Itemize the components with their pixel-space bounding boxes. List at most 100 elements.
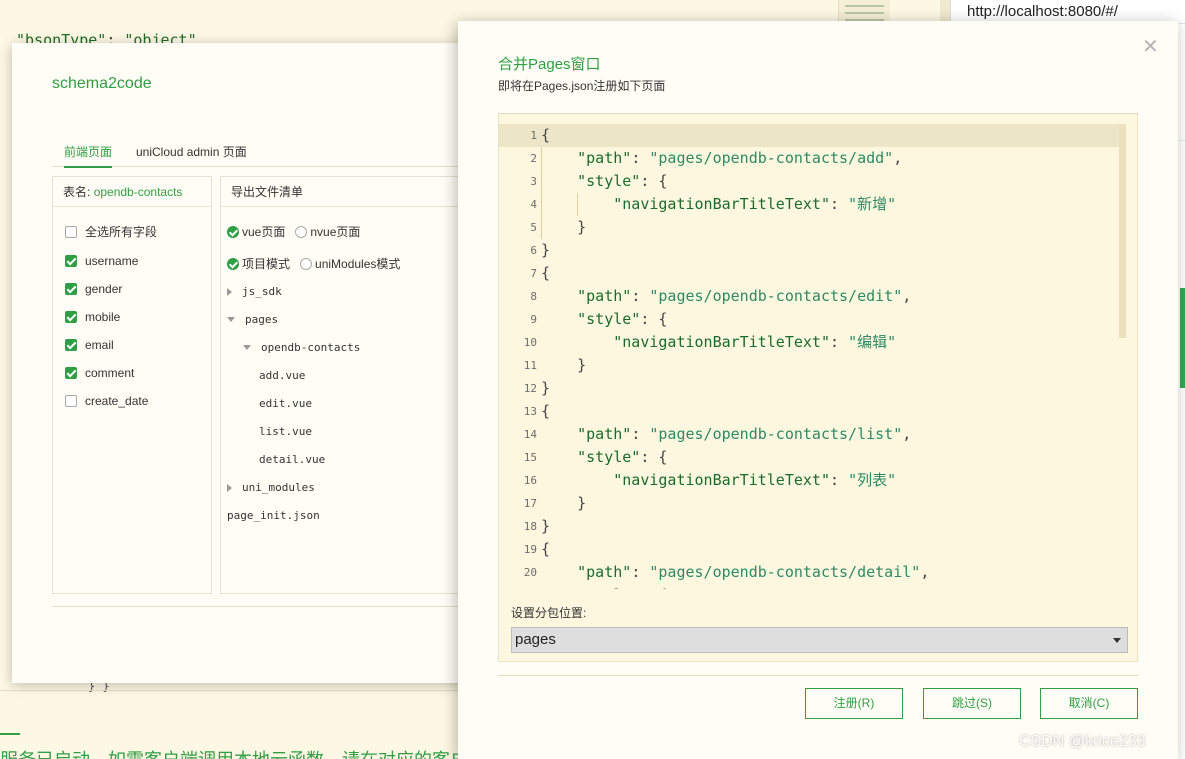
radio-icon[interactable] [300, 257, 313, 270]
code-text: { [541, 126, 551, 144]
dialog-title: schema2code [52, 75, 152, 92]
field-checkbox-gender[interactable]: gender [65, 282, 122, 296]
cancel-button[interactable]: 取消(C) [1040, 688, 1138, 719]
code-text: } [541, 356, 587, 374]
register-button[interactable]: 注册(R) [805, 688, 903, 719]
subpackage-select-value: pages [515, 631, 556, 648]
chevron-down-icon [1113, 638, 1121, 643]
field-checkbox-mobile[interactable]: mobile [65, 310, 120, 324]
code-text: { [541, 264, 551, 282]
tree-item-js-sdk[interactable]: js_sdk [227, 285, 282, 298]
line-number: 4 [530, 198, 537, 211]
checkbox-checked-icon[interactable] [65, 367, 77, 379]
code-line: 16 "navigationBarTitleText": "列表" [499, 469, 1119, 492]
radio-project-mode-label[interactable]: 项目模式 [242, 255, 290, 272]
field-label: mobile [85, 310, 121, 324]
field-checkbox-create-date[interactable]: create_date [65, 394, 148, 408]
line-number: 18 [523, 520, 537, 533]
checkbox-checked-icon[interactable] [65, 339, 77, 351]
code-line: 5 } [499, 216, 1119, 239]
radio-checked-icon[interactable] [227, 225, 239, 238]
field-label: gender [85, 282, 123, 296]
dialog-divider [52, 606, 472, 607]
tree-item-label: page_init.json [227, 509, 320, 522]
tree-item-label: add.vue [259, 369, 306, 382]
tree-item-detail-vue[interactable]: detail.vue [259, 453, 325, 466]
tree-item-label: js_sdk [242, 285, 282, 298]
checkbox-checked-icon[interactable] [65, 255, 77, 267]
code-line: 7{ [499, 262, 1119, 285]
radio-checked-icon[interactable] [227, 257, 239, 270]
tree-item-label: uni_modules [242, 481, 315, 494]
radio-vue-label[interactable]: vue页面 [242, 223, 285, 240]
code-text: "path": "pages/opendb-contacts/detail", [577, 563, 930, 581]
tree-item-edit-vue[interactable]: edit.vue [259, 397, 312, 410]
chevron-down-icon[interactable] [227, 317, 235, 322]
field-checkbox-email[interactable]: email [65, 338, 114, 352]
checkbox-icon[interactable] [65, 395, 77, 407]
checkbox-checked-icon[interactable] [65, 283, 77, 295]
code-line: 1{ [499, 124, 1119, 147]
radio-nvue-label[interactable]: nvue页面 [310, 223, 360, 240]
field-checkbox-username[interactable]: username [65, 254, 138, 268]
select-all-checkbox[interactable]: 全选所有字段 [65, 223, 157, 240]
browser-green-element [1180, 288, 1185, 388]
radio-icon[interactable] [295, 225, 308, 238]
tab-unicloud-admin[interactable]: uniCloud admin 页面 [136, 143, 247, 166]
chevron-right-icon[interactable] [227, 483, 232, 492]
code-line: 8 "path": "pages/opendb-contacts/edit", [499, 285, 1119, 308]
code-line: 10 "navigationBarTitleText": "编辑" [499, 331, 1119, 354]
code-text: } [541, 517, 551, 535]
close-icon[interactable]: ✕ [1142, 37, 1159, 57]
page-type-radio-group: vue页面 nvue页面 [227, 223, 370, 240]
tree-item-page-init-json[interactable]: page_init.json [227, 509, 320, 522]
code-text: } [541, 241, 551, 259]
checkbox-icon[interactable] [65, 225, 77, 238]
tab-frontend-pages[interactable]: 前端页面 [64, 143, 113, 168]
code-line: 9 "style": { [499, 308, 1119, 331]
tree-item-list-vue[interactable]: list.vue [259, 425, 312, 438]
line-number: 12 [523, 382, 537, 395]
line-number: 7 [530, 267, 537, 280]
tree-item-pages[interactable]: pages [227, 313, 278, 326]
mode-radio-group: 项目模式 uniModules模式 [227, 255, 410, 272]
code-line: 17 } [499, 492, 1119, 515]
code-line: 4 "navigationBarTitleText": "新增" [499, 193, 1119, 216]
tree-item-label: detail.vue [259, 453, 326, 466]
code-text: } [541, 379, 551, 397]
line-number: 5 [530, 221, 537, 234]
field-label: comment [85, 366, 135, 380]
line-number: 8 [530, 290, 537, 303]
radio-unimodules-label[interactable]: uniModules模式 [315, 255, 400, 272]
field-checkbox-comment[interactable]: comment [65, 366, 134, 380]
code-line: 6} [499, 239, 1119, 262]
line-number: 2 [530, 152, 537, 165]
fields-pane: 表名: opendb-contacts 全选所有字段 username gend… [52, 176, 212, 594]
code-line: 12} [499, 377, 1119, 400]
table-name-header: 表名: opendb-contacts [53, 177, 211, 207]
code-text: "style": { [577, 172, 668, 190]
code-line: 20 "path": "pages/opendb-contacts/detail… [499, 561, 1119, 584]
skip-button[interactable]: 跳过(S) [923, 688, 1021, 719]
line-number: 1 [530, 129, 537, 142]
editor-divider [0, 690, 460, 691]
code-line: 19 { [499, 538, 1119, 561]
tree-item-uni-modules[interactable]: uni_modules [227, 481, 315, 494]
subpackage-select[interactable]: pages [511, 627, 1128, 653]
tree-item-opendb-contacts[interactable]: opendb-contacts [243, 341, 360, 354]
code-scrollbar-thumb[interactable] [1119, 124, 1126, 338]
tree-item-label: list.vue [259, 425, 312, 438]
line-number: 3 [530, 175, 537, 188]
code-line: 2 "path": "pages/opendb-contacts/add", [499, 147, 1119, 170]
code-line: 21 "style": { [499, 584, 1119, 589]
pages-json-code-editor[interactable]: 1{2 "path": "pages/opendb-contacts/add",… [499, 124, 1119, 589]
subpackage-label: 设置分包位置: [511, 606, 587, 620]
line-number: 9 [530, 313, 537, 326]
chevron-right-icon[interactable] [227, 287, 232, 296]
chevron-down-icon[interactable] [243, 345, 251, 350]
code-line: 14 "path": "pages/opendb-contacts/list", [499, 423, 1119, 446]
tree-item-add-vue[interactable]: add.vue [259, 369, 305, 382]
checkbox-checked-icon[interactable] [65, 311, 77, 323]
code-text: "navigationBarTitleText": "编辑" [613, 333, 897, 351]
dialog-subtitle: 即将在Pages.json注册如下页面 [498, 79, 666, 93]
